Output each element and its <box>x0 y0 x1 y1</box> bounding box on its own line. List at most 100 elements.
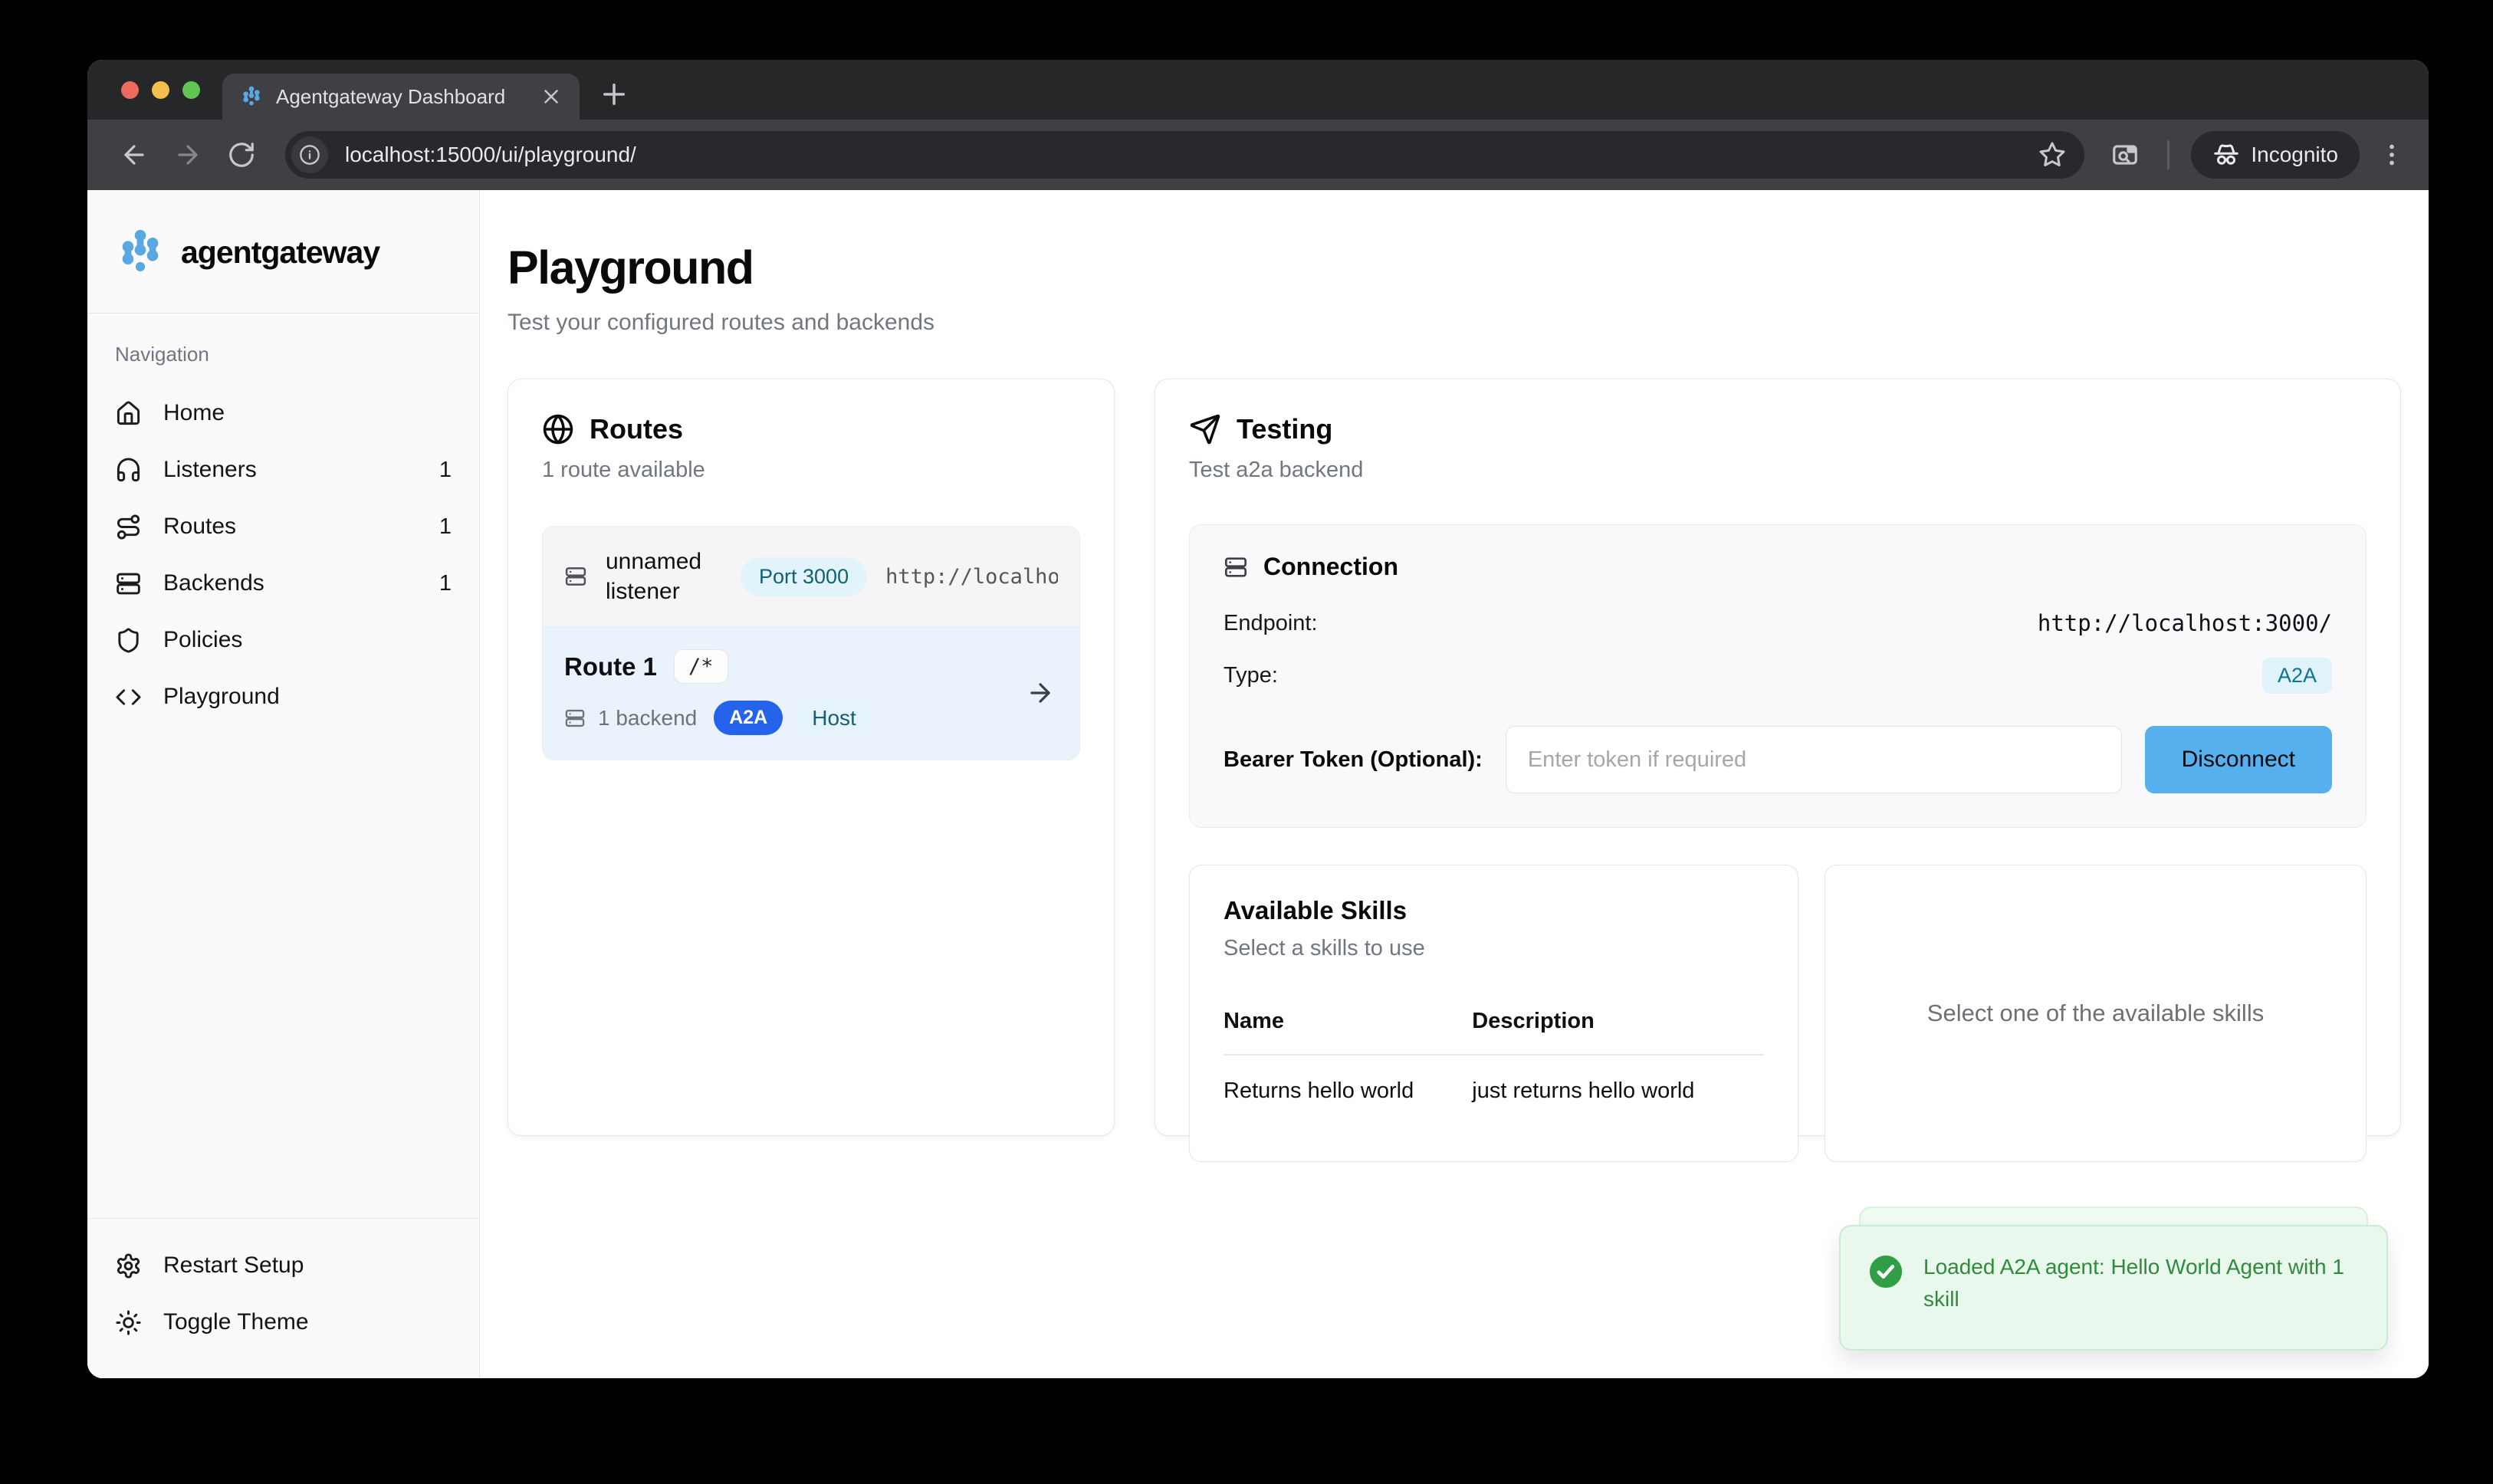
url-text[interactable]: localhost:15000/ui/playground/ <box>345 143 2038 167</box>
sidebar-item-label: Home <box>163 400 225 426</box>
back-icon[interactable] <box>120 140 149 169</box>
connection-title: Connection <box>1263 553 1398 581</box>
connection-panel: Connection Endpoint: http://localhost:30… <box>1189 524 2367 828</box>
browser-toolbar: localhost:15000/ui/playground/ Incognito <box>87 120 2429 190</box>
sidebar-item-label: Backends <box>163 570 264 596</box>
disconnect-button[interactable]: Disconnect <box>2145 726 2332 793</box>
address-bar[interactable]: localhost:15000/ui/playground/ <box>285 131 2084 179</box>
skill-name-cell[interactable]: Returns hello world <box>1224 1055 1472 1104</box>
sidebar-item-count: 1 <box>439 571 452 596</box>
server-icon <box>564 565 587 588</box>
host-badge: Host <box>798 701 870 735</box>
sidebar-item-routes[interactable]: Routes 1 <box>115 498 452 555</box>
toolbar-divider <box>2167 140 2169 169</box>
endpoint-label: Endpoint: <box>1224 611 1318 636</box>
browser-window: Agentgateway Dashboard localhost:15000/u… <box>87 60 2429 1378</box>
skills-col-name: Name <box>1224 1009 1472 1055</box>
toast-notification[interactable]: Loaded A2A agent: Hello World Agent with… <box>1839 1225 2388 1351</box>
available-skills-panel: Available Skills Select a skills to use … <box>1189 865 1798 1162</box>
window-controls <box>121 81 200 99</box>
maximize-window-button[interactable] <box>182 81 200 99</box>
home-icon <box>115 400 142 427</box>
sidebar-item-policies[interactable]: Policies <box>115 612 452 668</box>
route-name: Route 1 <box>564 652 657 681</box>
restart-setup-button[interactable]: Restart Setup <box>115 1237 452 1294</box>
listener-name: unnamed listener <box>606 547 722 606</box>
minimize-window-button[interactable] <box>152 81 169 99</box>
main-content: Playground Test your configured routes a… <box>480 190 2429 1378</box>
toggle-theme-button[interactable]: Toggle Theme <box>115 1294 452 1351</box>
token-label: Bearer Token (Optional): <box>1224 747 1483 773</box>
sidebar-item-count: 1 <box>439 514 452 540</box>
new-tab-icon[interactable] <box>598 78 630 110</box>
routes-card: Routes 1 route available unnamed listene… <box>507 379 1115 1136</box>
testing-card-header: Testing <box>1189 413 2367 445</box>
page-subtitle: Test your configured routes and backends <box>507 310 2401 336</box>
connection-header: Connection <box>1224 553 2332 581</box>
incognito-label: Incognito <box>2251 143 2338 167</box>
code-icon <box>115 684 142 711</box>
sidebar-spacer <box>87 725 479 1218</box>
arrow-right-icon[interactable] <box>1026 678 1055 708</box>
restart-setup-label: Restart Setup <box>163 1253 304 1279</box>
route-list-item[interactable]: Route 1 /* 1 backend A2A Host <box>543 626 1079 760</box>
endpoint-value: http://localhost:3000/ <box>2038 610 2332 636</box>
sidebar-item-backends[interactable]: Backends 1 <box>115 555 452 612</box>
reload-icon[interactable] <box>227 140 256 169</box>
sidebar-item-listeners[interactable]: Listeners 1 <box>115 442 452 498</box>
listener-row: unnamed listener Port 3000 http://localh… <box>543 527 1079 626</box>
nav-section-label: Navigation <box>115 343 452 366</box>
skills-subtitle: Select a skills to use <box>1224 936 1764 961</box>
token-row: Bearer Token (Optional): Disconnect <box>1224 726 2332 793</box>
bookmark-star-icon[interactable] <box>2038 141 2066 169</box>
skills-col-description: Description <box>1472 1009 1764 1055</box>
site-info-icon[interactable] <box>291 136 328 173</box>
toggle-theme-label: Toggle Theme <box>163 1309 309 1335</box>
bearer-token-input[interactable] <box>1506 726 2122 793</box>
type-label: Type: <box>1224 663 1278 688</box>
table-row[interactable]: Returns hello world just returns hello w… <box>1224 1055 1764 1104</box>
tab-close-icon[interactable] <box>540 85 563 108</box>
toast-message: Loaded A2A agent: Hello World Agent with… <box>1923 1251 2359 1315</box>
skills-table: Name Description Returns hello world jus… <box>1224 1009 1764 1104</box>
type-row: Type: A2A <box>1224 658 2332 694</box>
protocol-badge: A2A <box>714 701 783 735</box>
browser-tab[interactable]: Agentgateway Dashboard <box>222 74 580 120</box>
incognito-icon <box>2212 141 2240 169</box>
sidebar-item-label: Routes <box>163 514 236 540</box>
sidebar-nav: Navigation Home Listeners 1 <box>87 314 479 725</box>
port-badge: Port 3000 <box>741 557 867 596</box>
cards-row: Routes 1 route available unnamed listene… <box>507 379 2401 1136</box>
testing-card-subtitle: Test a2a backend <box>1189 458 2367 483</box>
skills-row: Available Skills Select a skills to use … <box>1189 865 2367 1162</box>
agentgateway-logo-icon <box>113 225 167 279</box>
routes-card-subtitle: 1 route available <box>542 458 1080 483</box>
forward-icon[interactable] <box>173 140 202 169</box>
brand-logo[interactable]: agentgateway <box>87 190 479 313</box>
sidebar-item-label: Playground <box>163 684 280 710</box>
shield-icon <box>115 627 142 654</box>
tab-search-icon[interactable] <box>2110 140 2140 169</box>
gear-icon <box>115 1253 142 1279</box>
listener-url: http://localhost:3000/ <box>885 565 1058 589</box>
tab-strip: Agentgateway Dashboard <box>87 60 2429 120</box>
browser-menu-icon[interactable] <box>2378 141 2406 169</box>
close-window-button[interactable] <box>121 81 139 99</box>
sidebar: agentgateway Navigation Home <box>87 190 480 1378</box>
sun-icon <box>115 1309 142 1336</box>
server-icon <box>564 708 586 729</box>
testing-card: Testing Test a2a backend Connection Endp… <box>1155 379 2401 1136</box>
page-title: Playground <box>507 241 2401 294</box>
sidebar-item-playground[interactable]: Playground <box>115 668 452 725</box>
routes-card-title: Routes <box>590 413 683 445</box>
endpoint-row: Endpoint: http://localhost:3000/ <box>1224 610 2332 636</box>
backend-count: 1 backend <box>598 706 697 731</box>
brand-name: agentgateway <box>181 235 379 271</box>
route-meta-line: 1 backend A2A Host <box>564 701 1058 735</box>
route-title-line: Route 1 /* <box>564 649 1058 684</box>
skill-detail-placeholder: Select one of the available skills <box>1927 1000 2264 1027</box>
route-path-badge: /* <box>674 649 728 684</box>
sidebar-item-home[interactable]: Home <box>115 385 452 442</box>
favicon-agentgateway-icon <box>239 84 264 109</box>
server-icon <box>1224 555 1248 579</box>
